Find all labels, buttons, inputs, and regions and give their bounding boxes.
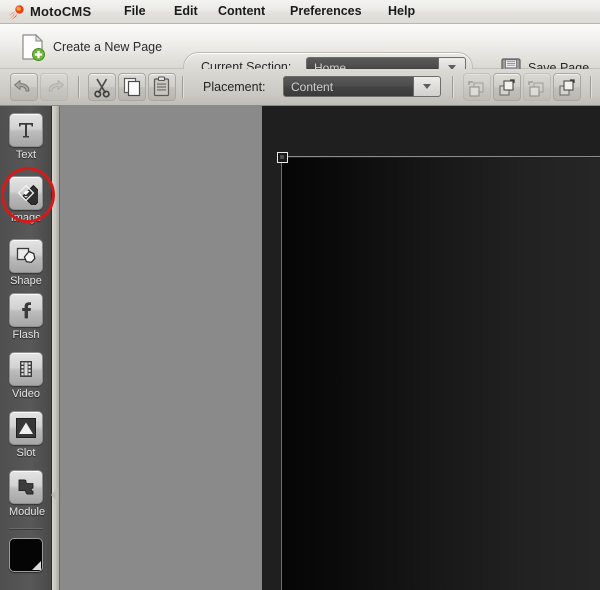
send-backward-icon [464,74,490,100]
brand-title: MotoCMS [30,4,91,19]
create-new-page-button[interactable]: Create a New Page [14,30,168,64]
redo-arrow-icon [41,74,67,100]
copy-button[interactable] [118,73,146,101]
comet-logo-icon [8,3,26,21]
placement-label: Placement: [203,80,266,94]
menu-file[interactable]: File [120,4,150,18]
tool-slot[interactable]: Slot [9,411,43,459]
slot-tool-icon [9,411,43,445]
new-page-icon [20,33,46,61]
tool-flash-label: Flash [9,329,43,341]
menu-bar: MotoCMS File Edit Content Preferences He… [0,0,600,24]
menu-help[interactable]: Help [384,4,419,18]
tool-image[interactable]: Image [9,176,43,224]
tool-flash[interactable]: Flash [9,293,43,341]
tool-image-label: Image [9,212,43,224]
bring-to-front-icon [554,74,580,100]
menu-content[interactable]: Content [214,4,269,18]
tool-module-label: Module [9,506,43,518]
placement-chevron-down-icon[interactable] [413,77,440,96]
tool-panel-separator [9,528,43,530]
main-toolbar: Create a New Page Current Section: Home … [0,24,600,69]
paste-button[interactable] [148,73,176,101]
bring-to-front-button[interactable] [553,73,581,101]
create-new-page-label: Create a New Page [53,40,162,54]
tool-video[interactable]: Video [9,352,43,400]
tool-shape[interactable]: Shape [9,239,43,287]
swatch-corner-icon [32,561,41,570]
flash-tool-icon [9,293,43,327]
image-tool-icon [9,176,43,210]
workspace-canvas-area[interactable] [61,106,600,590]
canvas-content-region[interactable] [282,158,600,590]
canvas-left-edge [281,156,282,590]
menu-preferences[interactable]: Preferences [286,4,366,18]
motocms-editor-window: MotoCMS File Edit Content Preferences He… [0,0,600,590]
tool-slot-label: Slot [9,447,43,459]
bring-forward-button[interactable] [493,73,521,101]
page-canvas[interactable] [262,106,600,590]
placement-value: Content [291,80,333,94]
text-tool-icon [9,113,43,147]
menu-edit[interactable]: Edit [170,4,202,18]
module-tool-icon [9,470,43,504]
video-tool-icon [9,352,43,386]
send-to-back-icon [524,74,550,100]
tool-video-label: Video [9,388,43,400]
send-to-back-button[interactable] [523,73,551,101]
redo-button[interactable] [40,73,68,101]
undo-button[interactable] [10,73,38,101]
tool-shape-label: Shape [9,275,43,287]
tool-text[interactable]: Text [9,113,43,161]
scissors-icon [89,74,115,100]
copy-icon [119,74,145,100]
toolbar-divider [590,76,592,98]
placement-select[interactable]: Content [283,76,441,97]
toolbar-divider [78,76,80,98]
toolbar-divider [452,76,454,98]
tool-panel: Text Image Shape [0,106,52,590]
selection-handle-top-left[interactable] [277,152,288,163]
cut-button[interactable] [88,73,116,101]
tool-text-label: Text [9,149,43,161]
panel-divider[interactable] [52,106,60,590]
color-swatch[interactable] [9,538,43,572]
collapse-left-arrow-icon[interactable] [51,488,58,502]
bring-forward-icon [494,74,520,100]
paste-icon [149,74,175,100]
send-backward-button[interactable] [463,73,491,101]
toolbar-divider [182,76,184,98]
shape-tool-icon [9,239,43,273]
canvas-top-edge [282,156,600,157]
undo-arrow-icon [11,74,37,100]
tool-module[interactable]: Module [9,470,43,518]
